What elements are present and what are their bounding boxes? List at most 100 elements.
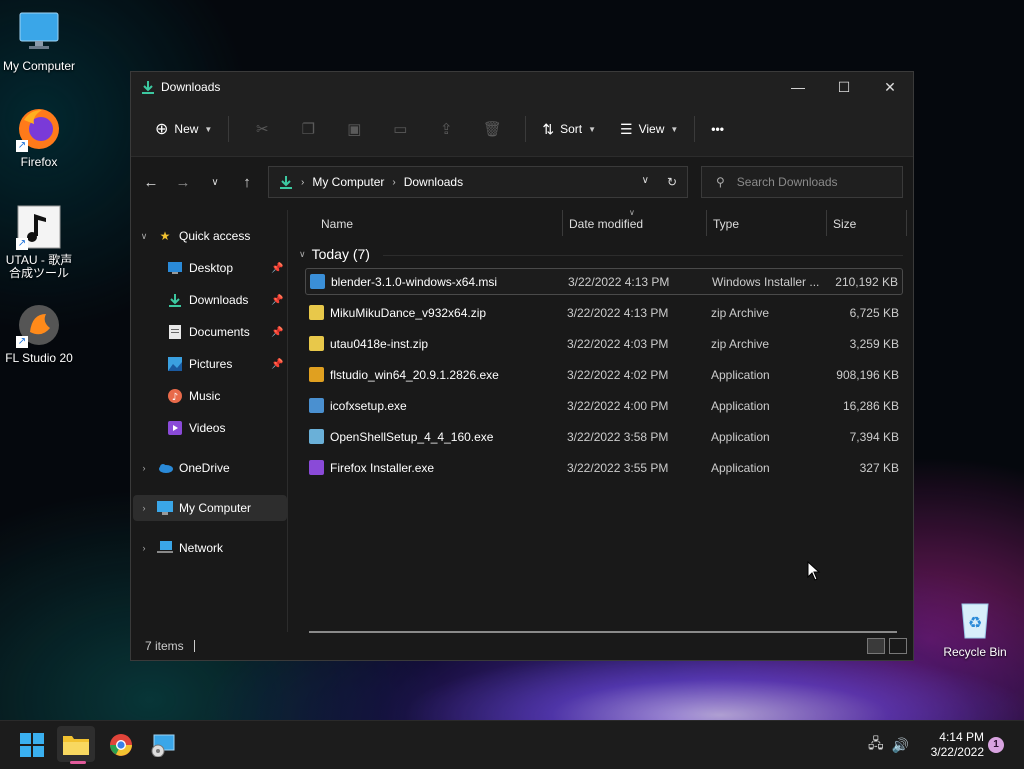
file-type: zip Archive: [711, 305, 770, 320]
breadcrumb-my-computer[interactable]: My Computer: [312, 175, 384, 189]
firefox-icon: ↗: [16, 106, 62, 152]
taskbar-installer[interactable]: [148, 730, 178, 760]
column-header-size[interactable]: Size: [833, 210, 856, 238]
delete-icon[interactable]: 🗑: [479, 113, 505, 145]
start-button[interactable]: [17, 730, 47, 760]
utau-icon: ↗: [16, 204, 62, 250]
zip-icon: [309, 305, 324, 320]
clock[interactable]: 4:14 PM 3/22/2022: [920, 730, 984, 760]
view-button[interactable]: ☰ View ▼: [614, 113, 684, 145]
column-divider[interactable]: [906, 210, 907, 236]
chevron-right-icon[interactable]: ›: [137, 463, 151, 473]
address-bar[interactable]: › My Computer › Downloads ∨ ↻: [268, 166, 688, 198]
notification-badge[interactable]: 1: [988, 737, 1004, 753]
table-row[interactable]: flstudio_win64_20.9.1.2826.exe 3/22/2022 …: [305, 361, 903, 388]
pin-icon[interactable]: 📌: [271, 327, 283, 338]
sidebar-item-desktop[interactable]: Desktop 📌: [161, 255, 285, 281]
table-row[interactable]: Firefox Installer.exe 3/22/2022 3:55 PM Ap…: [305, 454, 903, 481]
table-row[interactable]: OpenShellSetup_4_4_160.exe 3/22/2022 3:58…: [305, 423, 903, 450]
desktop-icon-fl-studio[interactable]: ↗ FL Studio 20: [0, 302, 78, 365]
taskbar-chrome[interactable]: [106, 730, 136, 760]
chevron-right-icon[interactable]: ›: [137, 543, 151, 553]
desktop-icon-utau[interactable]: ↗ UTAU - 歌声 合成ツール: [0, 204, 78, 280]
view-icon: ☰: [620, 120, 633, 137]
taskbar-file-explorer[interactable]: [57, 726, 95, 762]
shell-icon: [309, 429, 324, 444]
title-bar[interactable]: Downloads — ☐ ✕: [131, 72, 913, 102]
sidebar-item-documents[interactable]: Documents 📌: [161, 319, 285, 345]
recent-dropdown-icon[interactable]: ∨: [199, 177, 231, 188]
table-row[interactable]: utau0418e-inst.zip 3/22/2022 4:03 PM zip A…: [305, 330, 903, 357]
file-explorer-window: Downloads — ☐ ✕ ⊕ New ▼ ✂ ❐ ▣ ▭ ⇪ 🗑 ⇅ So…: [130, 71, 914, 661]
sidebar-item-label: Documents: [189, 325, 250, 339]
file-date: 3/22/2022 4:02 PM: [567, 367, 669, 382]
divider: [525, 116, 527, 142]
file-name: blender-3.1.0-windows-x64.msi: [331, 274, 498, 289]
sidebar-item-quick-access[interactable]: ∨ ★ Quick access: [137, 223, 251, 249]
sidebar-item-downloads[interactable]: Downloads 📌: [161, 287, 285, 313]
document-icon: [167, 324, 183, 340]
download-icon: [167, 292, 183, 308]
paste-icon[interactable]: ▣: [341, 113, 367, 145]
cut-icon[interactable]: ✂: [249, 113, 275, 145]
pin-icon[interactable]: 📌: [271, 263, 283, 274]
table-row[interactable]: blender-3.1.0-windows-x64.msi 3/22/2022 4…: [305, 268, 903, 295]
share-icon[interactable]: ⇪: [433, 113, 459, 145]
column-divider[interactable]: [826, 210, 827, 236]
column-divider[interactable]: [562, 210, 563, 236]
folder-icon: [63, 736, 89, 755]
table-row[interactable]: icofxsetup.exe 3/22/2022 4:00 PM Applicati…: [305, 392, 903, 419]
sidebar-item-label: Videos: [189, 421, 226, 435]
volume-icon[interactable]: 🔊: [892, 737, 909, 754]
tiles-view-button[interactable]: [889, 638, 907, 654]
rename-icon[interactable]: ▭: [387, 113, 413, 145]
sort-button[interactable]: ⇅ Sort ▼: [536, 113, 602, 145]
pin-icon[interactable]: 📌: [271, 295, 283, 306]
sidebar-item-videos[interactable]: Videos: [161, 415, 285, 441]
search-input[interactable]: ⚲ Search Downloads: [701, 166, 903, 198]
column-header-label: Date modified: [569, 217, 644, 231]
refresh-icon[interactable]: ↻: [667, 175, 677, 189]
plus-circle-icon: ⊕: [155, 121, 169, 138]
recycle-bin-icon: ♻: [952, 596, 998, 642]
desktop-icon-firefox[interactable]: ↗ Firefox: [0, 106, 78, 169]
address-dropdown-icon[interactable]: ∨: [642, 175, 649, 189]
up-arrow-icon[interactable]: ↑: [231, 174, 263, 191]
copy-icon[interactable]: ❐: [295, 113, 321, 145]
search-placeholder: Search Downloads: [736, 175, 838, 189]
more-options-button[interactable]: •••: [705, 113, 730, 145]
sort-icon: ⇅: [542, 120, 555, 137]
shortcut-arrow-icon: ↗: [16, 140, 28, 152]
minimize-button[interactable]: —: [775, 72, 821, 102]
network-icon: [157, 540, 173, 556]
sidebar-item-music[interactable]: ♪ Music: [161, 383, 285, 409]
fl-studio-icon: ↗: [16, 302, 62, 348]
sidebar-item-network[interactable]: › Network: [137, 535, 223, 561]
desktop-icon-my-computer[interactable]: My Computer: [0, 10, 78, 73]
chrome-icon: [110, 734, 132, 756]
details-view-button[interactable]: [867, 638, 885, 654]
column-divider[interactable]: [706, 210, 707, 236]
forward-arrow-icon[interactable]: →: [167, 174, 199, 191]
column-header-type[interactable]: Type: [713, 210, 739, 238]
desktop-icon-recycle-bin[interactable]: ♻ Recycle Bin: [936, 596, 1014, 659]
sidebar-item-my-computer[interactable]: › My Computer: [133, 495, 287, 521]
desktop-icon-label: My Computer: [2, 59, 76, 73]
sidebar-item-onedrive[interactable]: › OneDrive: [137, 455, 230, 481]
close-button[interactable]: ✕: [867, 72, 913, 102]
maximize-button[interactable]: ☐: [821, 72, 867, 102]
breadcrumb-chevron-icon: ›: [301, 176, 305, 188]
sidebar-item-label: Quick access: [179, 229, 251, 243]
network-status-icon[interactable]: 🖧: [868, 733, 884, 757]
pin-icon[interactable]: 📌: [271, 359, 283, 370]
new-button[interactable]: ⊕ New ▼: [149, 113, 218, 145]
sidebar-item-pictures[interactable]: Pictures 📌: [161, 351, 285, 377]
group-header-today[interactable]: ∨ Today (7): [299, 246, 903, 262]
chevron-right-icon[interactable]: ›: [137, 503, 151, 513]
chevron-down-icon[interactable]: ∨: [137, 231, 151, 242]
back-arrow-icon[interactable]: ←: [135, 174, 167, 191]
column-header-name[interactable]: Name: [321, 210, 353, 238]
table-row[interactable]: MikuMikuDance_v932x64.zip 3/22/2022 4:13 …: [305, 299, 903, 326]
breadcrumb-downloads[interactable]: Downloads: [404, 175, 463, 189]
column-header-label: Size: [833, 217, 857, 231]
